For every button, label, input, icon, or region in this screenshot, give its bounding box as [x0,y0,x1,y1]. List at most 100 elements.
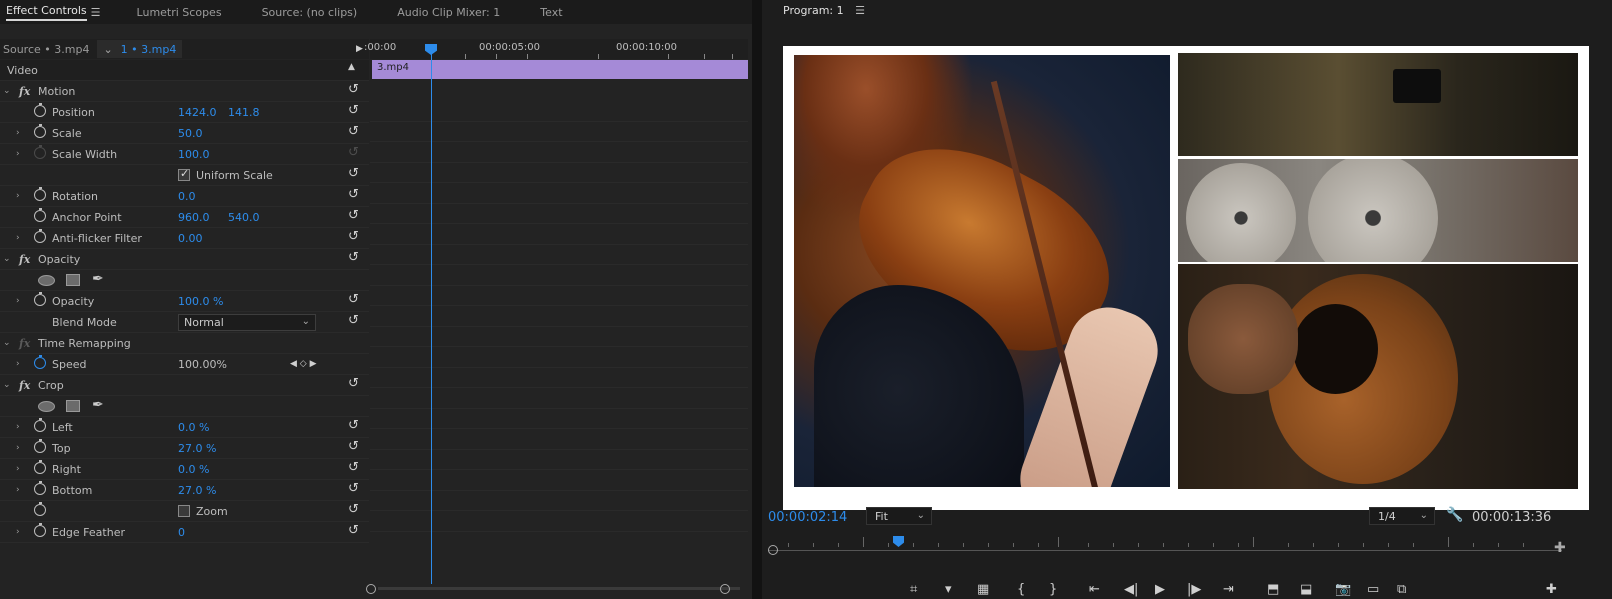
program-video-frame[interactable] [783,46,1589,510]
stopwatch-icon[interactable] [34,124,46,138]
play-icon[interactable]: ▶ [1155,582,1165,597]
reset-icon[interactable]: ↺ [348,229,359,244]
reset-icon[interactable]: ↺ [348,523,359,538]
add-marker-icon[interactable]: ▾ [945,582,952,597]
wrench-icon[interactable]: 🔧 [1446,507,1463,523]
twirl-icon[interactable]: › [16,485,20,495]
panel-divider[interactable] [752,0,762,599]
rotation-value[interactable]: 0.0 [178,190,196,203]
twirl-icon[interactable]: › [16,233,20,243]
pen-mask-icon[interactable]: ✒ [92,397,104,413]
motion-row[interactable]: ⌄ fx Motion ↺ [0,81,369,102]
tab-source[interactable]: Source: (no clips) [262,6,358,19]
mark-in-brace-icon[interactable]: { [1017,582,1025,597]
twirl-icon[interactable]: › [16,359,20,369]
stopwatch-icon[interactable] [34,481,46,495]
stopwatch-icon[interactable] [34,523,46,537]
reset-icon[interactable]: ↺ [348,103,359,118]
anchor-y-value[interactable]: 540.0 [228,211,260,224]
position-x-value[interactable]: 1424.0 [178,106,217,119]
reset-icon[interactable]: ↺ [348,460,359,475]
zoom-checkbox[interactable] [178,505,190,517]
reset-icon[interactable]: ↺ [348,502,359,517]
twirl-icon[interactable]: ⌄ [3,254,11,264]
crop-left-value[interactable]: 0.0 % [178,421,209,434]
panel-menu-icon[interactable]: ☰ [91,6,101,19]
chevron-up-icon[interactable]: ▲ [348,62,355,72]
tab-text[interactable]: Text [540,6,562,19]
reset-icon[interactable]: ↺ [348,166,359,181]
playhead-timecode[interactable]: 00:00:02:14 [768,510,847,525]
stopwatch-icon[interactable] [34,187,46,201]
crop-top-value[interactable]: 27.0 % [178,442,216,455]
fx-icon[interactable]: fx [19,379,30,392]
anti-flicker-value[interactable]: 0.00 [178,232,203,245]
reset-icon[interactable]: ↺ [348,250,359,265]
uniform-scale-checkbox[interactable] [178,167,190,181]
reset-icon[interactable]: ↺ [348,292,359,307]
reset-icon[interactable]: ↺ [348,124,359,139]
reset-icon[interactable]: ↺ [348,481,359,496]
rect-mask-icon[interactable] [66,400,80,412]
rect-mask-icon[interactable] [66,274,80,286]
tab-audio-clip-mixer[interactable]: Audio Clip Mixer: 1 [397,6,500,19]
twirl-icon[interactable]: › [16,422,20,432]
speed-value[interactable]: 100.00% [178,358,227,371]
zoom-level-select[interactable]: Fit ⌄ [866,507,932,525]
step-forward-icon[interactable]: |▶ [1187,582,1201,597]
go-to-out-icon[interactable]: ⇥ [1223,582,1234,597]
position-y-value[interactable]: 141.8 [228,106,260,119]
go-to-in-icon[interactable]: ⇤ [1089,582,1100,597]
reset-icon[interactable]: ↺ [348,187,359,202]
edge-feather-value[interactable]: 0 [178,526,185,539]
ellipse-mask-icon[interactable] [38,401,55,412]
mark-clip-icon[interactable]: ▦ [977,582,989,597]
crop-section-row[interactable]: ⌄ fx Crop ↺ [0,375,369,396]
keyframe-nav-icon[interactable]: ◀ ◇ ▶ [290,359,317,369]
stopwatch-icon[interactable] [34,460,46,474]
program-title[interactable]: Program: 1 [783,4,844,17]
scroll-handle-left[interactable] [366,584,376,594]
extract-icon[interactable]: ⬓ [1300,582,1312,597]
timeline-clip[interactable]: 3.mp4 [372,60,748,79]
stopwatch-icon[interactable] [34,208,46,222]
twirl-icon[interactable]: ⌄ [3,380,11,390]
mark-out-brace-icon[interactable]: } [1049,582,1057,597]
fx-icon[interactable]: fx [19,253,30,266]
fx-icon[interactable]: fx [19,85,30,98]
twirl-icon[interactable]: › [16,191,20,201]
play-icon[interactable]: ▶ [356,44,363,54]
playback-resolution-select[interactable]: 1/4 ⌄ [1369,507,1435,525]
mark-in-icon[interactable]: ⌗ [910,582,917,597]
stopwatch-icon[interactable] [34,292,46,306]
clip-selector[interactable]: ⌄ 1 • 3.mp4 [97,40,183,58]
stopwatch-icon[interactable] [34,418,46,432]
stopwatch-icon[interactable] [34,439,46,453]
panel-menu-icon[interactable]: ☰ [855,4,865,17]
twirl-icon[interactable]: ⌄ [3,338,11,348]
tab-lumetri-scopes[interactable]: Lumetri Scopes [137,6,222,19]
opacity-section-row[interactable]: ⌄ fx Opacity ↺ [0,249,369,270]
program-scrub-bar[interactable]: ✚ [768,536,1566,564]
stopwatch-icon[interactable] [34,103,46,117]
opacity-value[interactable]: 100.0 % [178,295,223,308]
twirl-icon[interactable]: › [16,128,20,138]
anchor-x-value[interactable]: 960.0 [178,211,210,224]
add-marker-icon[interactable]: ✚ [1554,540,1566,556]
reset-icon[interactable]: ↺ [348,82,359,97]
crop-bottom-value[interactable]: 27.0 % [178,484,216,497]
scrub-handle-left[interactable] [768,545,778,555]
twirl-icon[interactable]: › [16,296,20,306]
ellipse-mask-icon[interactable] [38,275,55,286]
stopwatch-icon[interactable] [34,355,46,369]
reset-icon[interactable]: ↺ [348,208,359,223]
reset-icon[interactable]: ↺ [348,376,359,391]
proxy-toggle-icon[interactable]: ⧉ [1397,582,1406,597]
stopwatch-icon[interactable] [34,502,46,516]
time-remapping-row[interactable]: ⌄ fx Time Remapping [0,333,369,354]
comparison-view-icon[interactable]: ▭ [1367,582,1379,597]
timeline-zoom-scrollbar[interactable] [366,582,748,596]
camera-icon[interactable]: 📷 [1335,582,1351,597]
stopwatch-icon[interactable] [34,229,46,243]
twirl-icon[interactable]: ⌄ [3,86,11,96]
